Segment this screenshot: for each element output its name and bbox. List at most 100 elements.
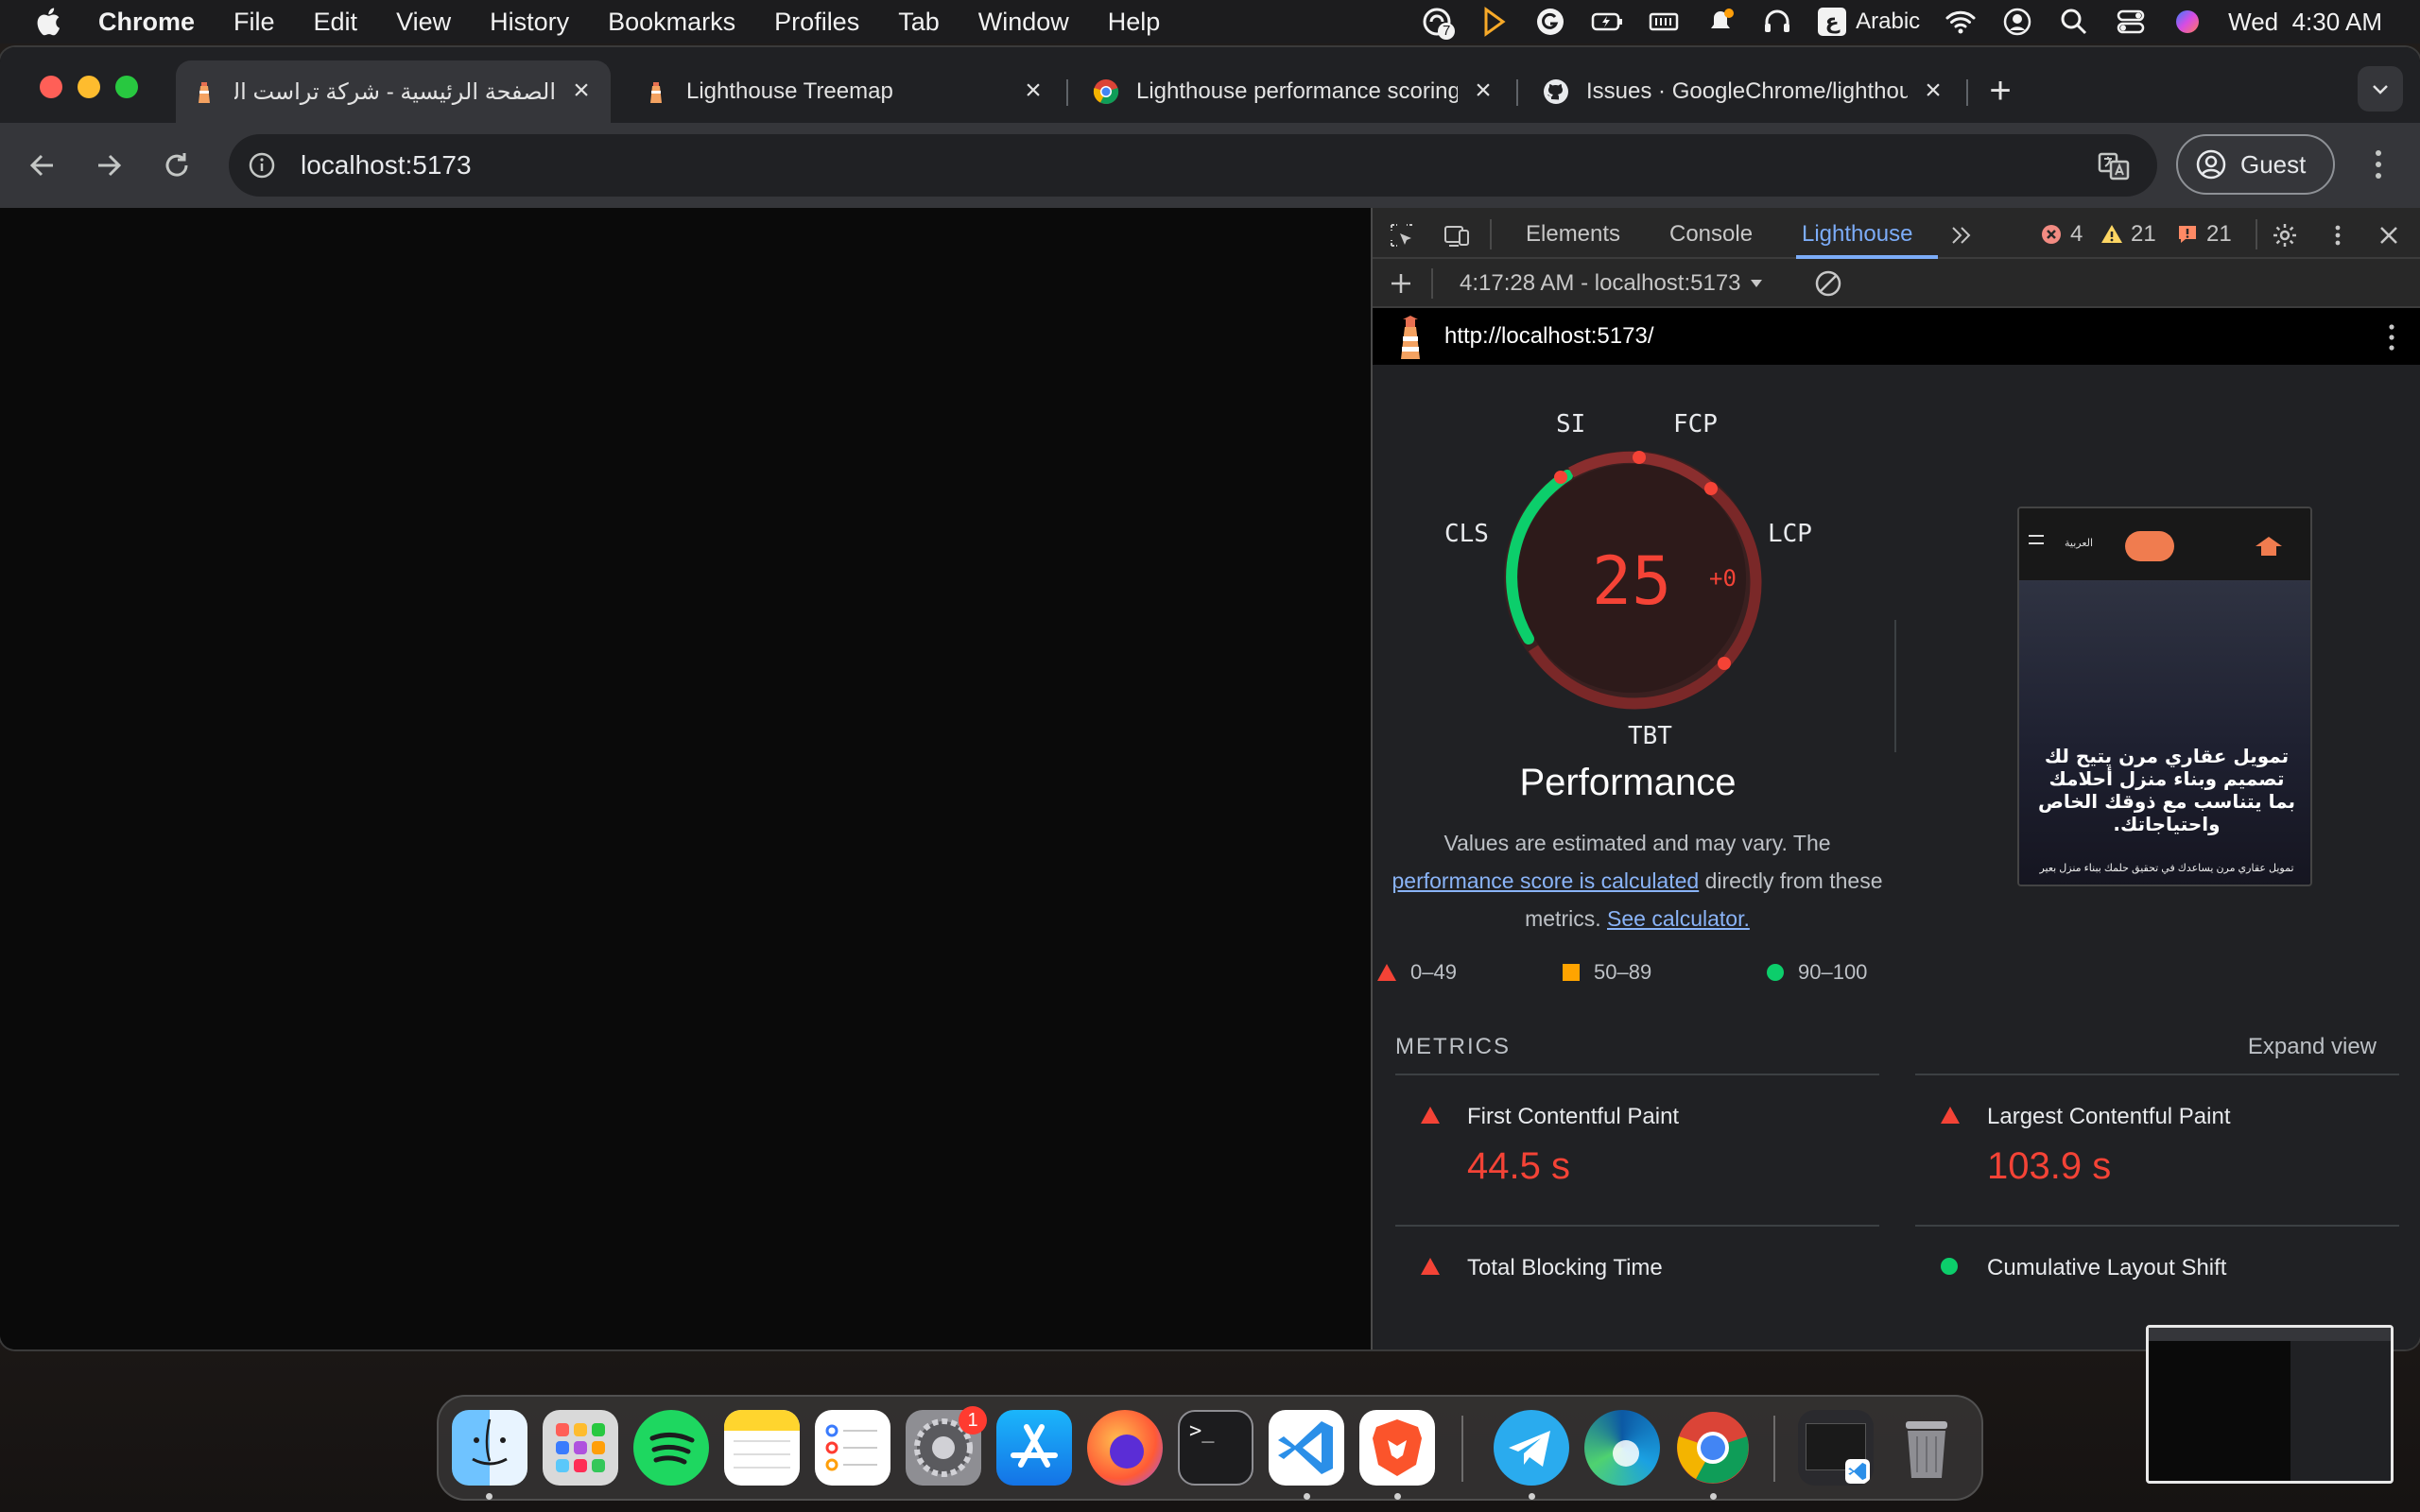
final-screenshot[interactable]: العربية تمويل عقاري مرن يتيح لك تصميم وب… (2017, 507, 2312, 886)
profile-button[interactable]: Guest (2176, 134, 2335, 195)
notes-icon[interactable] (724, 1410, 800, 1486)
menu-view[interactable]: View (396, 8, 451, 37)
device-toolbar-icon[interactable] (1443, 221, 1471, 249)
metric-name: Cumulative Layout Shift (1987, 1255, 2227, 1280)
settings-gear-icon[interactable] (2271, 221, 2299, 249)
performance-score: 25 (1591, 542, 1672, 620)
control-center-icon[interactable] (2115, 6, 2147, 38)
new-report-plus-icon[interactable] (1388, 270, 1414, 297)
launchpad-icon[interactable] (543, 1410, 618, 1486)
tab-close-icon[interactable]: × (1469, 77, 1497, 106)
menu-help[interactable]: Help (1108, 8, 1161, 37)
zoom-window-button[interactable] (115, 76, 138, 98)
issues-count: 21 (2206, 221, 2232, 247)
tab-console[interactable]: Console (1669, 221, 1753, 248)
wifi-icon[interactable] (1945, 6, 1977, 38)
page-viewport[interactable] (0, 208, 1371, 1349)
desc-text-1: Values are estimated and may vary. The (1443, 831, 1831, 855)
menu-file[interactable]: File (233, 8, 275, 37)
window-thumbnail-preview[interactable] (2146, 1325, 2394, 1484)
translate-icon[interactable] (2097, 149, 2131, 183)
close-window-button[interactable] (40, 76, 62, 98)
play-status-icon[interactable] (1478, 6, 1510, 38)
circle-icon (1767, 964, 1784, 981)
running-indicator (1304, 1493, 1310, 1500)
memory-icon[interactable] (1648, 6, 1680, 38)
chrome-menu-icon[interactable] (2363, 144, 2394, 185)
back-arrow-icon[interactable] (25, 147, 60, 183)
headphones-icon[interactable] (1761, 6, 1793, 38)
apple-menu-icon[interactable] (34, 6, 66, 38)
report-url[interactable]: http://localhost:5173/ (1444, 323, 1653, 350)
system-settings-icon[interactable]: 1 (906, 1406, 987, 1486)
tab-close-icon[interactable]: × (1019, 77, 1047, 106)
grammarly-icon[interactable] (1534, 6, 1566, 38)
tab-close-icon[interactable]: × (567, 77, 596, 106)
more-tabs-chevron-icon[interactable] (1947, 221, 1976, 249)
menu-profiles[interactable]: Profiles (774, 8, 859, 37)
menu-edit[interactable]: Edit (314, 8, 358, 37)
tab-elements[interactable]: Elements (1526, 221, 1620, 248)
status-area: 7 ع Arabic Wed 4:30 AM (1421, 0, 2382, 43)
see-calculator-link[interactable]: See calculator. (1607, 906, 1750, 931)
tab-trust-home[interactable]: الصفحة الرئيسية - شركة تراست العقارية × (176, 60, 611, 123)
menu-history[interactable]: History (490, 8, 569, 37)
menu-window[interactable]: Window (978, 8, 1069, 37)
tab-github-issues[interactable]: Issues · GoogleChrome/lighthouse × (1528, 60, 1962, 123)
inspect-element-icon[interactable] (1388, 221, 1416, 249)
menubar-clock[interactable]: Wed 4:30 AM (2228, 8, 2382, 37)
telegram-icon[interactable] (1494, 1410, 1569, 1486)
new-tab-button[interactable]: + (1983, 72, 2017, 110)
finder-icon[interactable] (452, 1410, 527, 1486)
tab-separator (1516, 79, 1518, 106)
expand-view-toggle[interactable]: Expand view (2248, 1034, 2377, 1060)
report-selector[interactable]: 4:17:28 AM - localhost:5173 (1460, 270, 1764, 297)
report-menu-icon[interactable] (2382, 321, 2401, 353)
performance-gauge: SI FCP LCP TBT CLS 25 +0 Performance Val… (1373, 365, 1883, 1026)
menu-app-name[interactable]: Chrome (98, 8, 195, 37)
vscode-icon[interactable] (1269, 1410, 1344, 1486)
report-selector-label: 4:17:28 AM - localhost:5173 (1460, 270, 1741, 296)
menu-tab[interactable]: Tab (898, 8, 940, 37)
edge-icon[interactable] (1584, 1410, 1660, 1486)
minimize-window-button[interactable] (78, 76, 100, 98)
chrome-icon[interactable] (1675, 1410, 1751, 1486)
reload-icon[interactable] (159, 147, 195, 183)
lighthouse-toolbar: 4:17:28 AM - localhost:5173 (1373, 259, 2420, 308)
toolbar-separator (1431, 268, 1433, 299)
profile-label: Guest (2240, 149, 2307, 179)
notification-bell-icon[interactable] (1704, 6, 1737, 38)
minimized-window-icon[interactable] (1798, 1410, 1874, 1486)
tab-lighthouse-treemap[interactable]: Lighthouse Treemap × (628, 60, 1063, 123)
tab-close-icon[interactable]: × (1919, 77, 1947, 106)
warning-count-badge[interactable]: 21 (2100, 221, 2156, 248)
score-calculated-link[interactable]: performance score is calculated (1392, 868, 1699, 893)
user-account-icon[interactable] (2001, 6, 2033, 38)
battery-icon[interactable] (1591, 6, 1623, 38)
reminders-icon[interactable] (815, 1410, 890, 1486)
address-bar[interactable]: localhost:5173 (229, 134, 2157, 197)
close-devtools-icon[interactable] (2375, 221, 2403, 249)
spotify-icon[interactable] (633, 1410, 709, 1486)
app-store-icon[interactable] (996, 1410, 1072, 1486)
chatgpt-status-icon[interactable]: 7 (1421, 6, 1456, 40)
brave-icon[interactable] (1359, 1410, 1435, 1486)
siri-icon[interactable] (2171, 6, 2204, 38)
menu-bookmarks[interactable]: Bookmarks (608, 8, 735, 37)
spotlight-search-icon[interactable] (2058, 6, 2090, 38)
forward-arrow-icon[interactable] (91, 147, 127, 183)
terminal-icon[interactable]: >_ (1178, 1410, 1253, 1486)
devtools-tab-bar: Elements Console Lighthouse 4 21 21 (1373, 208, 2420, 259)
input-source-menu[interactable]: ع Arabic (1818, 8, 1920, 36)
issues-count-badge[interactable]: 21 (2176, 221, 2232, 248)
firefox-icon[interactable] (1087, 1410, 1163, 1486)
devtools-menu-icon[interactable] (2324, 221, 2352, 249)
tab-search-button[interactable] (2358, 66, 2403, 112)
clear-reports-icon[interactable] (1813, 268, 1843, 299)
error-count-badge[interactable]: 4 (2040, 221, 2083, 248)
thumb-hero: تمويل عقاري مرن يتيح لك تصميم وبناء منزل… (2019, 580, 2310, 885)
tab-performance-scoring[interactable]: Lighthouse performance scoring × (1078, 60, 1512, 123)
site-info-icon[interactable] (248, 151, 276, 180)
trash-icon[interactable] (1889, 1410, 1964, 1486)
tab-lighthouse[interactable]: Lighthouse (1802, 221, 1912, 248)
